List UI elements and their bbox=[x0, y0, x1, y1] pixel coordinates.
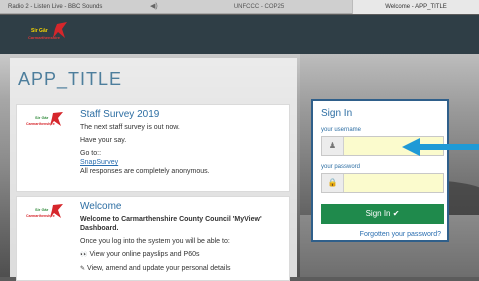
speaker-icon[interactable]: ◀) bbox=[150, 0, 158, 14]
logo-text-top: Sir Gâr bbox=[35, 207, 49, 212]
sign-in-box: Sign In your username ♟ your password 🔒 … bbox=[311, 99, 449, 242]
welcome-title: Welcome bbox=[80, 201, 122, 212]
pointer-arrow-icon bbox=[402, 138, 479, 156]
welcome-card: Sir Gâr Carmarthenshire Welcome Welcome … bbox=[16, 196, 290, 281]
lock-icon: 🔒 bbox=[322, 174, 344, 192]
survey-line3: Go to:: bbox=[80, 150, 102, 157]
tab-welcome[interactable]: Welcome - APP_TITLE bbox=[352, 0, 479, 14]
sign-in-button[interactable]: Sign In ✔ bbox=[321, 204, 444, 224]
survey-title: Staff Survey 2019 bbox=[80, 109, 160, 120]
tab-unfccc[interactable]: UNFCCC - COP25 bbox=[214, 0, 304, 14]
browser-tab-bar: Radio 2 - Listen Live - BBC Sounds ◀) UN… bbox=[0, 0, 479, 14]
user-icon: ♟ bbox=[322, 137, 344, 155]
welcome-bullet1: 👀 View your online payslips and P60s bbox=[80, 251, 200, 258]
sign-in-title: Sign In bbox=[321, 108, 353, 119]
welcome-bullet2: ✎ View, amend and update your personal de… bbox=[80, 265, 231, 272]
logo-text-bottom: Carmarthenshire bbox=[28, 35, 61, 40]
logo-text-bottom: Carmarthenshire bbox=[26, 122, 55, 126]
logo-text-bottom: Carmarthenshire bbox=[26, 214, 55, 218]
welcome-line2: Once you log into the system you will be… bbox=[80, 238, 230, 245]
welcome-line1: Welcome to Carmarthenshire County Counci… bbox=[80, 216, 262, 232]
logo-text-top: Sir Gâr bbox=[31, 28, 48, 34]
forgot-password-link[interactable]: Forgotten your password? bbox=[360, 231, 441, 238]
survey-line2: Have your say. bbox=[80, 137, 127, 144]
app-header bbox=[0, 15, 479, 54]
password-field[interactable]: 🔒 bbox=[321, 173, 444, 193]
council-logo-small: Sir Gâr Carmarthenshire bbox=[26, 204, 63, 218]
snapsurvey-link[interactable]: SnapSurvey bbox=[80, 158, 285, 167]
staff-survey-card: Sir Gâr Carmarthenshire Staff Survey 201… bbox=[16, 104, 290, 192]
logo-text-top: Sir Gâr bbox=[35, 115, 49, 120]
password-label: your password bbox=[321, 164, 361, 170]
eye-icon: 👀 bbox=[80, 252, 88, 258]
tab-radio2[interactable]: Radio 2 - Listen Live - BBC Sounds bbox=[8, 0, 128, 14]
survey-line1: The next staff survey is out now. bbox=[80, 124, 180, 131]
council-logo-small: Sir Gâr Carmarthenshire bbox=[26, 112, 63, 126]
survey-line4: All responses are completely anonymous. bbox=[80, 168, 210, 175]
password-input[interactable] bbox=[344, 174, 443, 192]
pencil-icon: ✎ bbox=[80, 266, 86, 272]
username-label: your username bbox=[321, 127, 362, 133]
council-logo[interactable]: Sir Gâr Carmarthenshire bbox=[27, 20, 71, 46]
page-title: APP_TITLE bbox=[18, 69, 123, 89]
